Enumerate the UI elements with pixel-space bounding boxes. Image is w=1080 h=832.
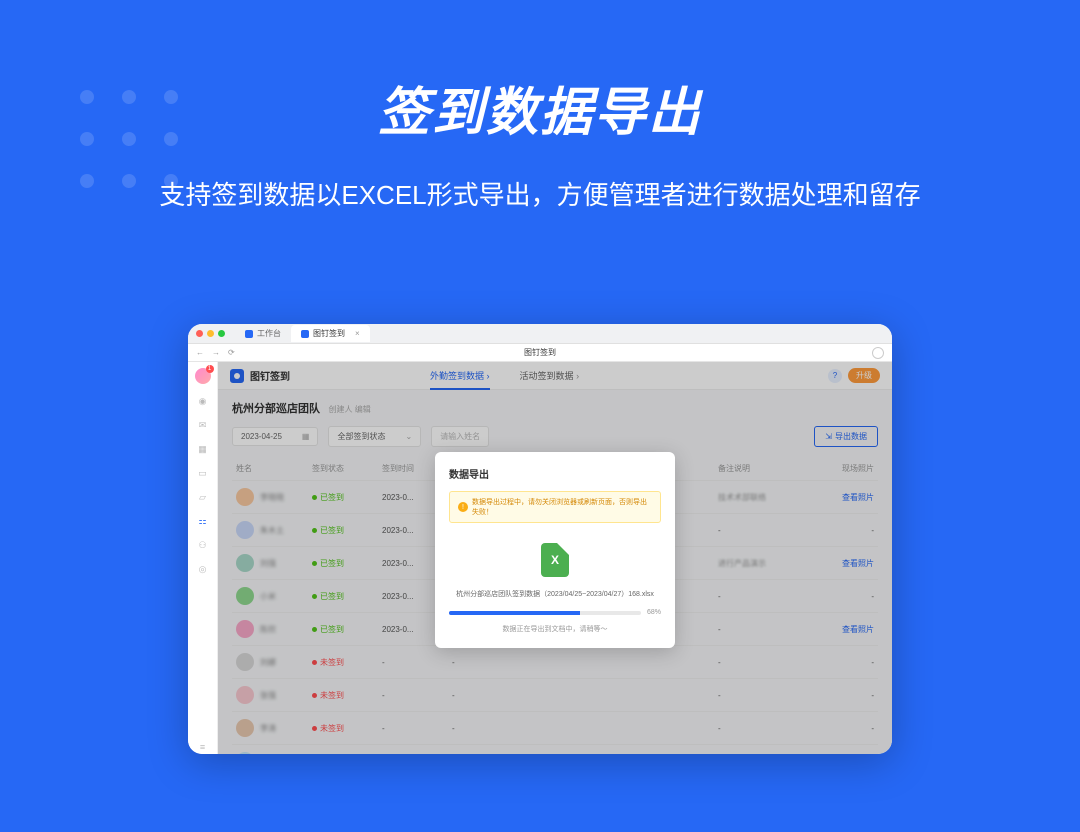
progress-message: 数据正在导出到文档中，请稍等～ (449, 624, 661, 634)
export-filename: 杭州分部巡店团队签到数据（2023/04/25~2023/04/27）168.x… (449, 589, 661, 599)
window-chrome: 工作台 图钉签到 × (188, 324, 892, 344)
mail-icon[interactable]: ✉ (196, 418, 210, 432)
tab-label: 工作台 (257, 328, 281, 339)
more-icon[interactable] (872, 347, 884, 359)
back-icon[interactable]: ← (196, 348, 204, 357)
maximize-icon[interactable] (218, 330, 225, 337)
forward-icon[interactable]: → (212, 348, 220, 357)
page-title: 图钉签到 (524, 347, 556, 358)
contacts-icon[interactable]: ⚇ (196, 538, 210, 552)
menu-icon[interactable]: ≡ (196, 740, 210, 754)
sidebar: ◉ ✉ ▦ ▭ ▱ ⚏ ⚇ ◎ ≡ (188, 362, 218, 754)
tab-workbench[interactable]: 工作台 (235, 325, 291, 342)
folder-icon[interactable]: ▱ (196, 490, 210, 504)
minimize-icon[interactable] (207, 330, 214, 337)
apps-icon[interactable]: ⚏ (196, 514, 210, 528)
export-modal: 数据导出 ! 数据导出过程中，请勿关闭浏览器或刷新页面，否则导出失败！ X 杭州… (435, 452, 675, 648)
excel-file-icon: X (541, 543, 569, 577)
app-icon (301, 330, 309, 338)
tab-pin-signin[interactable]: 图钉签到 × (291, 325, 370, 342)
decorative-dots (80, 90, 178, 216)
progress-percent: 68% (647, 609, 661, 616)
warning-banner: ! 数据导出过程中，请勿关闭浏览器或刷新页面，否则导出失败！ (449, 491, 661, 523)
warning-icon: ! (458, 502, 468, 512)
modal-overlay: 数据导出 ! 数据导出过程中，请勿关闭浏览器或刷新页面，否则导出失败！ X 杭州… (218, 362, 892, 754)
close-icon[interactable]: × (355, 329, 360, 338)
discover-icon[interactable]: ◎ (196, 562, 210, 576)
app-window: 工作台 图钉签到 × ← → ⟳ 图钉签到 ◉ ✉ ▦ ▭ ▱ ⚏ ⚇ ◎ ≡ (188, 324, 892, 754)
tab-label: 图钉签到 (313, 328, 345, 339)
doc-icon[interactable]: ▦ (196, 442, 210, 456)
browser-navbar: ← → ⟳ 图钉签到 (188, 344, 892, 362)
calendar-icon[interactable]: ▭ (196, 466, 210, 480)
progress-bar: 68% (449, 609, 661, 616)
modal-title: 数据导出 (449, 466, 661, 481)
messages-icon[interactable]: ◉ (196, 394, 210, 408)
user-avatar[interactable] (195, 368, 211, 384)
app-icon (245, 330, 253, 338)
traffic-lights[interactable] (196, 330, 225, 337)
refresh-icon[interactable]: ⟳ (228, 348, 235, 357)
main-content: 图钉签到 外勤签到数据 › 活动签到数据 › ? 升级 杭州分部巡店团队 创建人… (218, 362, 892, 754)
close-icon[interactable] (196, 330, 203, 337)
